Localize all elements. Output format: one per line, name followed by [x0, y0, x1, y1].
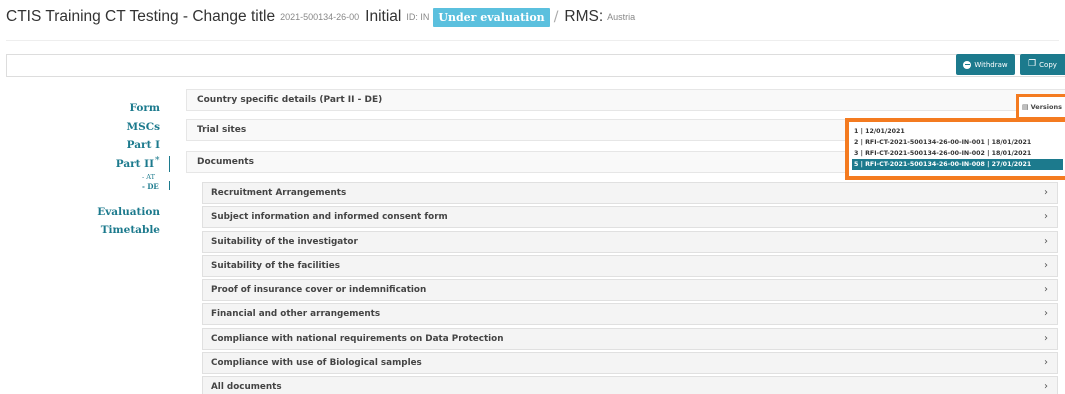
- document-title: Proof of insurance cover or indemnificat…: [211, 285, 427, 295]
- application-phase: Initial: [365, 8, 402, 25]
- header-divider: [6, 40, 1059, 41]
- withdraw-button[interactable]: Withdraw: [956, 54, 1015, 75]
- copy-icon: ❐: [1028, 59, 1037, 69]
- document-row[interactable]: All documents ›: [202, 376, 1058, 394]
- copy-button[interactable]: ❐ Copy: [1020, 54, 1065, 75]
- sidebar-item-mscs[interactable]: MSCs: [127, 121, 160, 133]
- chevron-right-icon: ›: [1044, 333, 1048, 344]
- minus-circle-icon: [963, 60, 972, 69]
- chevron-right-icon: ›: [1044, 260, 1048, 271]
- sidebar-item-form[interactable]: Form: [129, 102, 160, 114]
- page-title: CTIS Training CT Testing - Change title: [6, 8, 276, 25]
- copy-label: Copy: [1039, 60, 1057, 69]
- list-icon: ▤: [1022, 103, 1029, 111]
- page-header: CTIS Training CT Testing - Change title …: [6, 5, 635, 29]
- version-option[interactable]: 2 | RFI-CT-2021-500134-26-00-IN-001 | 18…: [852, 137, 1063, 148]
- application-id: ID: IN: [406, 12, 430, 22]
- sidebar-item-part-ii[interactable]: Part II: [116, 158, 154, 170]
- document-row[interactable]: Compliance with use of Biological sample…: [202, 352, 1058, 374]
- versions-label: Versions: [1030, 103, 1062, 111]
- trial-number: 2021-500134-26-00: [280, 12, 360, 22]
- version-option[interactable]: 3 | RFI-CT-2021-500134-26-00-IN-002 | 18…: [852, 148, 1063, 159]
- chevron-right-icon: ›: [1044, 211, 1048, 222]
- chevron-right-icon: ›: [1044, 381, 1048, 392]
- chevron-right-icon: ›: [1044, 308, 1048, 319]
- sidebar-item-part-ii-label: Part II: [115, 158, 154, 170]
- document-row[interactable]: Financial and other arrangements ›: [202, 303, 1058, 325]
- document-title: Compliance with use of Biological sample…: [211, 358, 422, 368]
- document-title: Suitability of the facilities: [211, 261, 340, 271]
- document-title: Financial and other arrangements: [211, 309, 381, 319]
- version-option-selected[interactable]: 5 | RFI-CT-2021-500134-26-00-IN-008 | 27…: [852, 159, 1063, 170]
- versions-button[interactable]: ▤ Versions: [1016, 94, 1065, 120]
- sidebar-item-timetable[interactable]: Timetable: [101, 224, 160, 236]
- document-title: Suitability of the investigator: [211, 237, 358, 247]
- chevron-right-icon: ›: [1044, 284, 1048, 295]
- document-title: All documents: [211, 382, 282, 392]
- status-badge: Under evaluation: [433, 7, 550, 27]
- rms-value: Austria: [607, 12, 636, 22]
- document-row[interactable]: Compliance with national requirements on…: [202, 328, 1058, 350]
- chevron-right-icon: ›: [1044, 187, 1048, 198]
- sidebar-item-evaluation[interactable]: Evaluation: [97, 206, 160, 218]
- document-row[interactable]: Recruitment Arrangements ›: [202, 182, 1058, 204]
- document-title: Compliance with national requirements on…: [211, 334, 504, 344]
- action-toolbar: [6, 54, 1065, 77]
- rms-label: RMS:: [564, 8, 604, 25]
- header-separator: /: [553, 9, 559, 25]
- version-option[interactable]: 1 | 12/01/2021: [852, 126, 1063, 137]
- chevron-right-icon: ›: [1044, 236, 1048, 247]
- document-row[interactable]: Subject information and informed consent…: [202, 206, 1058, 228]
- sidebar-active-bar: [169, 156, 170, 172]
- withdraw-label: Withdraw: [974, 60, 1008, 69]
- section-title: Trial sites: [197, 125, 247, 135]
- sidebar-subitem-at[interactable]: - AT: [142, 173, 155, 181]
- chevron-right-icon: ›: [1044, 357, 1048, 368]
- sidebar-subitem-bar: [169, 181, 170, 190]
- section-title: Country specific details (Part II - DE): [197, 95, 383, 105]
- section-country-specific[interactable]: Country specific details (Part II - DE): [186, 89, 1065, 111]
- document-row[interactable]: Proof of insurance cover or indemnificat…: [202, 279, 1058, 301]
- section-title: Documents: [197, 157, 254, 167]
- document-title: Subject information and informed consent…: [211, 212, 448, 222]
- document-title: Recruitment Arrangements: [211, 188, 347, 198]
- document-row[interactable]: Suitability of the investigator ›: [202, 231, 1058, 253]
- document-row[interactable]: Suitability of the facilities ›: [202, 255, 1058, 277]
- sidebar-item-part-i[interactable]: Part I: [127, 139, 160, 151]
- versions-dropdown: 1 | 12/01/2021 2 | RFI-CT-2021-500134-26…: [845, 118, 1065, 180]
- sidebar-part-ii-marker: *: [155, 156, 160, 166]
- sidebar-subitem-de[interactable]: - DE: [142, 182, 159, 191]
